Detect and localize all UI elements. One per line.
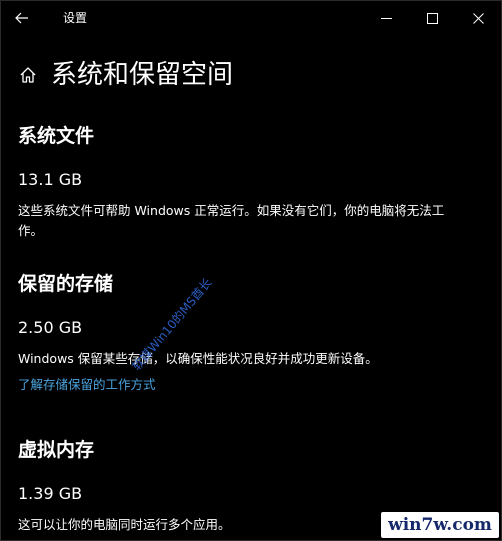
section-size: 2.50 GB (18, 318, 83, 337)
minimize-button[interactable] (363, 1, 409, 35)
section-description: 这些系统文件可帮助 Windows 正常运行。如果没有它们，你的电脑将无法工作。 (18, 203, 445, 238)
maximize-icon (426, 12, 438, 24)
section-size: 13.1 GB (18, 170, 83, 189)
watermark-logo: win7w.com (381, 512, 499, 538)
section-title: 保留的存储 (18, 273, 114, 295)
section-description: Windows 保留某些存储，以确保性能状况良好并成功更新设备。 (18, 351, 378, 366)
section-size: 1.39 GB (18, 484, 83, 503)
maximize-button[interactable] (409, 1, 455, 35)
minimize-icon (380, 17, 392, 19)
back-arrow-icon (15, 12, 28, 24)
settings-window: 设置 系统和保留空间 系统文件 13.1 GB 这些系统文件可帮助 Window… (0, 0, 502, 541)
back-button[interactable] (9, 5, 35, 31)
window-title: 设置 (63, 11, 88, 25)
close-button[interactable] (455, 1, 501, 35)
title-bar: 设置 (1, 1, 501, 35)
page-title: 系统和保留空间 (51, 60, 234, 90)
section-title: 虚拟内存 (18, 439, 95, 461)
reserved-storage-section: 保留的存储 2.50 GB Windows 保留某些存储，以确保性能状况良好并成… (18, 271, 458, 395)
system-files-section: 系统文件 13.1 GB 这些系统文件可帮助 Windows 正常运行。如果没有… (18, 123, 458, 241)
reserved-storage-link[interactable]: 了解存储保留的工作方式 (18, 375, 156, 395)
section-title: 系统文件 (18, 125, 95, 147)
home-icon (20, 67, 36, 83)
home-button[interactable] (17, 64, 39, 86)
close-icon (472, 12, 484, 24)
page-header: 系统和保留空间 (17, 57, 233, 93)
window-controls (363, 1, 501, 35)
